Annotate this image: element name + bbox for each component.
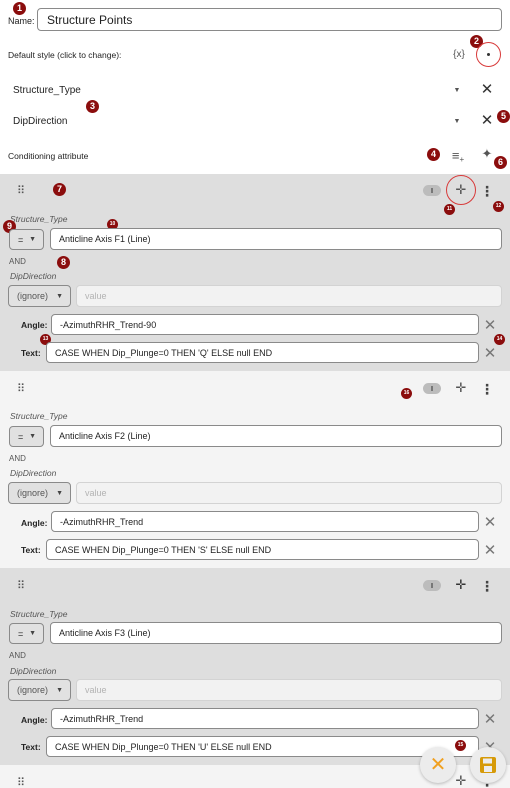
operator-select[interactable]: = ▼ (9, 229, 44, 250)
condition-attr-1: Structure_Type (10, 214, 68, 224)
attribute-1-dropdown-icon[interactable]: ▼ (450, 84, 464, 96)
cancel-button[interactable]: ✕ (420, 747, 456, 783)
expression-icon[interactable]: {x} (448, 46, 470, 62)
attribute-row-dipdirection[interactable]: DipDirection (13, 116, 67, 127)
marker-6: 6 (494, 156, 507, 169)
operator-select-2[interactable]: (ignore) ▼ (8, 482, 71, 504)
text-input[interactable]: CASE WHEN Dip_Plunge=0 THEN 'S' ELSE nul… (46, 539, 479, 560)
attribute-1-remove-icon[interactable]: ✕ (479, 81, 495, 98)
marker-16: 16 (401, 388, 412, 399)
angle-input[interactable]: -AzimuthRHR_Trend (51, 708, 479, 729)
drag-handle-icon[interactable]: ⠿ (17, 581, 27, 592)
operator-value: = (18, 431, 24, 442)
rule-menu-icon[interactable]: ⋮ (480, 577, 494, 595)
attribute-2-remove-icon[interactable]: ✕ (479, 112, 495, 129)
condition-value-input-2[interactable]: value (76, 679, 502, 701)
condition-attr-1: Structure_Type (10, 411, 68, 421)
move-cross-icon[interactable]: ✛ (451, 379, 471, 397)
rule-toggle[interactable] (423, 383, 441, 394)
drag-handle-icon[interactable]: ⠿ (17, 778, 27, 788)
and-label: AND (9, 257, 26, 266)
condition-attr-2: DipDirection (10, 468, 57, 478)
rule-menu-icon[interactable]: ⋮ (480, 182, 494, 200)
chevron-down-icon: ▼ (56, 686, 63, 694)
condition-value-input[interactable]: Anticline Axis F3 (Line) (50, 622, 502, 644)
default-style-label: Default style (click to change): (8, 50, 122, 60)
marker-11: 11 (444, 204, 455, 215)
drag-handle-icon[interactable]: ⠿ (17, 186, 27, 197)
operator-value-2: (ignore) (17, 488, 49, 498)
text-label: Text: (21, 348, 41, 358)
drag-handle-icon[interactable]: ⠿ (17, 384, 27, 395)
conditioning-attribute-label: Conditioning attribute (8, 151, 89, 161)
operator-value: = (18, 234, 24, 245)
attribute-row-structure-type[interactable]: Structure_Type (13, 85, 81, 96)
marker-1: 1 (13, 2, 26, 15)
condition-attr-2: DipDirection (10, 271, 57, 281)
chevron-down-icon: ▼ (56, 489, 63, 497)
chevron-down-icon: ▼ (29, 630, 36, 637)
operator-select-2[interactable]: (ignore) ▼ (8, 679, 71, 701)
chevron-down-icon: ▼ (56, 292, 63, 300)
text-clear-icon[interactable]: ✕ (482, 345, 498, 362)
angle-label: Angle: (21, 715, 48, 725)
chevron-down-icon: ▼ (29, 236, 36, 243)
text-input[interactable]: CASE WHEN Dip_Plunge=0 THEN 'U' ELSE nul… (46, 736, 479, 757)
attribute-2-dropdown-icon[interactable]: ▼ (450, 115, 464, 127)
save-button[interactable] (470, 747, 506, 783)
marker-12: 12 (493, 201, 504, 212)
angle-input[interactable]: -AzimuthRHR_Trend (51, 511, 479, 532)
marker-8: 8 (57, 256, 70, 269)
angle-clear-icon[interactable]: ✕ (482, 317, 498, 334)
and-label: AND (9, 454, 26, 463)
move-cross-icon[interactable]: ✛ (451, 181, 471, 199)
move-cross-icon[interactable]: ✛ (451, 774, 471, 788)
name-label: Name: (8, 16, 35, 26)
text-input[interactable]: CASE WHEN Dip_Plunge=0 THEN 'Q' ELSE nul… (46, 342, 479, 363)
angle-clear-icon[interactable]: ✕ (482, 711, 498, 728)
operator-select[interactable]: = ▼ (9, 426, 44, 447)
and-label: AND (9, 651, 26, 660)
condition-value-input-2[interactable]: value (76, 482, 502, 504)
marker-7: 7 (53, 183, 66, 196)
text-label: Text: (21, 742, 41, 752)
operator-select[interactable]: = ▼ (9, 623, 44, 644)
marker-4: 4 (427, 148, 440, 161)
save-icon (480, 757, 496, 773)
style-dot-icon (487, 53, 490, 56)
chevron-down-icon: ▼ (29, 433, 36, 440)
operator-select-2[interactable]: (ignore) ▼ (8, 285, 71, 307)
text-label: Text: (21, 545, 41, 555)
operator-value: = (18, 628, 24, 639)
marker-5: 5 (497, 110, 510, 123)
condition-value-input[interactable]: Anticline Axis F1 (Line) (50, 228, 502, 250)
angle-input[interactable]: -AzimuthRHR_Trend-90 (51, 314, 479, 335)
angle-clear-icon[interactable]: ✕ (482, 514, 498, 531)
marker-14: 14 (494, 334, 505, 345)
condition-value-input-2[interactable]: value (76, 285, 502, 307)
operator-value-2: (ignore) (17, 685, 49, 695)
rule-toggle[interactable] (423, 185, 441, 196)
text-clear-icon[interactable]: ✕ (482, 542, 498, 559)
condition-value-input[interactable]: Anticline Axis F2 (Line) (50, 425, 502, 447)
condition-attr-1: Structure_Type (10, 609, 68, 619)
angle-label: Angle: (21, 320, 48, 330)
rule-toggle[interactable] (423, 580, 441, 591)
operator-value-2: (ignore) (17, 291, 49, 301)
cancel-icon: ✕ (429, 754, 447, 776)
move-cross-icon[interactable]: ✛ (451, 576, 471, 594)
condition-attr-2: DipDirection (10, 666, 57, 676)
marker-3: 3 (86, 100, 99, 113)
marker-15: 15 (455, 740, 466, 751)
name-input[interactable]: Structure Points (37, 8, 502, 31)
angle-label: Angle: (21, 518, 48, 528)
rule-menu-icon[interactable]: ⋮ (480, 380, 494, 398)
add-condition-icon[interactable]: ≡ + (449, 146, 467, 164)
